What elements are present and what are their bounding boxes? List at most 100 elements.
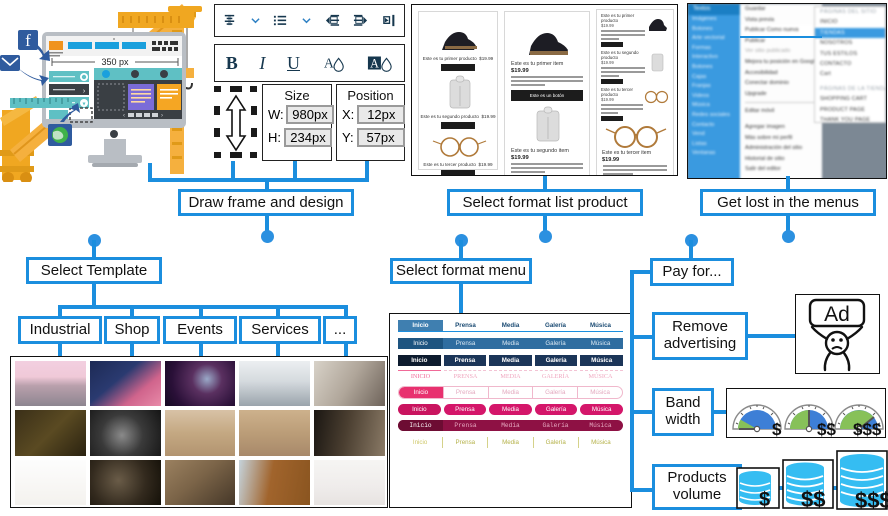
bold-icon[interactable]: B (226, 53, 238, 74)
box-remove-advertising[interactable]: Remove advertising (652, 312, 748, 360)
paragraph-toolbar[interactable] (214, 4, 405, 37)
box-band-width[interactable]: Band width (652, 388, 714, 436)
thumbnail-city[interactable] (15, 361, 86, 407)
box-products-volume[interactable]: Products volume (652, 464, 742, 510)
thumbnail-machinery[interactable] (89, 459, 161, 505)
menu-item-prensa[interactable]: Prensa (443, 355, 487, 366)
product-layout-grid-compact[interactable]: Este es tu primer producto $19.99 Este e… (418, 11, 498, 175)
chevron-down-icon[interactable] (302, 16, 311, 25)
template-category-shop[interactable]: Shop (104, 316, 160, 344)
text-color-icon[interactable]: A (322, 53, 346, 73)
decrease-indent-icon[interactable] (325, 13, 340, 28)
template-thumbnails-grid[interactable] (11, 357, 387, 507)
menu-item-prensa[interactable]: Prensa (443, 320, 488, 331)
menu-variant-dark-maroon-bar[interactable]: Inicio Prensa Media Galería Música (398, 420, 623, 431)
menu-variant-light-flat[interactable]: Inicio Prensa Media Galería Música (398, 320, 623, 332)
menu-item-galeria[interactable]: Galería (533, 320, 578, 331)
thumbnail-turntable[interactable] (89, 410, 161, 456)
width-input[interactable]: 980px (286, 105, 334, 124)
format-toolbar[interactable]: B I U A A (214, 44, 405, 82)
chevron-down-icon[interactable] (250, 16, 260, 25)
menu-item-media[interactable]: Media (487, 437, 532, 448)
menus-right-selected[interactable]: TIENDAS (815, 27, 885, 39)
menu-item-media[interactable]: Media (487, 387, 533, 398)
menu-item-musica[interactable]: Música (578, 320, 623, 331)
menu-variant-navy-tiles[interactable]: Inicio Prensa Media Galería Música (398, 355, 623, 366)
menu-item-prensa[interactable]: Prensa (442, 437, 487, 448)
size-panel[interactable]: Size W: 980px H: 234px (262, 84, 334, 161)
resize-handle-widget[interactable] (212, 84, 260, 161)
menu-item-inicio[interactable]: Inicio (398, 420, 443, 431)
template-category-services[interactable]: Services (239, 316, 321, 344)
height-input[interactable]: 234px (284, 128, 332, 147)
thumbnail-astronaut[interactable] (164, 361, 236, 407)
highlight-color-icon[interactable]: A (367, 53, 393, 73)
product-layout-stacked-large[interactable]: Este es tu primer item $19.99 Este es un… (504, 11, 590, 175)
menu-item-musica[interactable]: Música (577, 387, 622, 398)
menu-item-prensa[interactable]: PRENSA (443, 371, 488, 382)
menu-item-galeria[interactable]: Galería (532, 387, 577, 398)
menu-item-inicio[interactable]: Inicio (398, 338, 443, 349)
menu-variant-pink-pill-outline[interactable]: Inicio Prensa Media Galería Música (398, 386, 623, 399)
menu-item-musica[interactable]: MÚSICA (578, 371, 623, 382)
template-category-industrial[interactable]: Industrial (18, 316, 102, 344)
menu-item-inicio[interactable]: Inicio (399, 387, 443, 398)
menu-item-musica[interactable]: Música (580, 404, 623, 415)
menu-item-inicio[interactable]: Inicio (398, 320, 443, 331)
italic-icon[interactable]: I (259, 53, 265, 74)
menu-item-galeria[interactable]: GALERÍA (533, 371, 578, 382)
menu-item-media[interactable]: Media (488, 420, 533, 431)
thumbnail-wood[interactable] (239, 410, 311, 456)
menu-item-galeria[interactable]: Galería (534, 355, 578, 366)
template-thumbnails-panel[interactable] (10, 356, 388, 508)
underline-icon[interactable]: U (287, 53, 300, 74)
box-draw-frame-and-design[interactable]: Draw frame and design (178, 189, 354, 216)
menu-item-media[interactable]: Media (488, 320, 533, 331)
thumbnail-desk[interactable] (164, 459, 236, 505)
menu-variant-pink-caps[interactable]: INICIO PRENSA MEDIA GALERÍA MÚSICA (398, 371, 623, 382)
menu-item-musica[interactable]: Música (578, 420, 623, 431)
thumbnail-office[interactable] (239, 361, 311, 407)
box-get-lost-in-the-menus[interactable]: Get lost in the menus (700, 189, 876, 216)
menu-item-media[interactable]: MEDIA (488, 371, 533, 382)
box-select-format-menu[interactable]: Select format menu (390, 258, 532, 284)
menu-item-inicio[interactable]: Inicio (398, 355, 441, 366)
menu-item-musica[interactable]: Música (580, 355, 623, 366)
y-input[interactable]: 57px (356, 128, 405, 147)
menu-item-media[interactable]: Media (489, 355, 532, 366)
template-category-events[interactable]: Events (163, 316, 237, 344)
thumbnail-drawing[interactable] (314, 459, 385, 505)
x-input[interactable]: 12px (357, 105, 406, 124)
thumbnail-guitar[interactable] (314, 361, 385, 407)
menu-item-prensa[interactable]: Prensa (443, 404, 487, 415)
menu-item-galeria[interactable]: Galería (534, 404, 578, 415)
thumbnail-kitchen[interactable] (314, 410, 385, 456)
box-select-template[interactable]: Select Template (26, 257, 162, 284)
thumbnail-dark-texture[interactable] (15, 410, 86, 456)
increase-indent-icon[interactable] (353, 13, 368, 28)
menu-item-galeria[interactable]: Galería (533, 420, 578, 431)
menu-item-inicio[interactable]: Inicio (398, 404, 441, 415)
thumbnail-food-bowls[interactable] (164, 410, 236, 456)
menu-format-preview-panel[interactable]: Inicio Prensa Media Galería Música Inici… (389, 313, 632, 508)
menu-item-musica[interactable]: Música (578, 338, 623, 349)
menu-item-musica[interactable]: Música (577, 437, 623, 448)
menu-variant-olive-dividers[interactable]: Inicio Prensa Media Galería Música (398, 437, 623, 448)
bullet-list-icon[interactable] (273, 13, 288, 28)
thumbnail-architecture[interactable] (239, 459, 311, 505)
box-select-format-list-product[interactable]: Select format list product (447, 189, 643, 216)
template-category-more[interactable]: ... (323, 316, 357, 344)
text-direction-icon[interactable] (382, 13, 397, 28)
menu-item-galeria[interactable]: Galería (533, 338, 578, 349)
box-pay-for[interactable]: Pay for... (650, 258, 734, 286)
product-layout-list-right-image[interactable]: Este es tu primer producto $19.99 Este e… (596, 9, 674, 175)
line-spacing-icon[interactable] (222, 13, 237, 28)
thumbnail-jellyfish[interactable] (89, 361, 161, 407)
menus-sidebar-selected[interactable]: Textos (688, 4, 740, 15)
menu-item-inicio[interactable]: INICIO (398, 371, 443, 382)
menu-item-prensa[interactable]: Prensa (443, 420, 488, 431)
menu-item-media[interactable]: Media (488, 338, 533, 349)
menu-item-prensa[interactable]: Prensa (443, 338, 488, 349)
position-panel[interactable]: Position X: 12px Y: 57px (336, 84, 406, 161)
menu-variant-pink-pills[interactable]: Inicio Prensa Media Galería Música (398, 404, 623, 415)
